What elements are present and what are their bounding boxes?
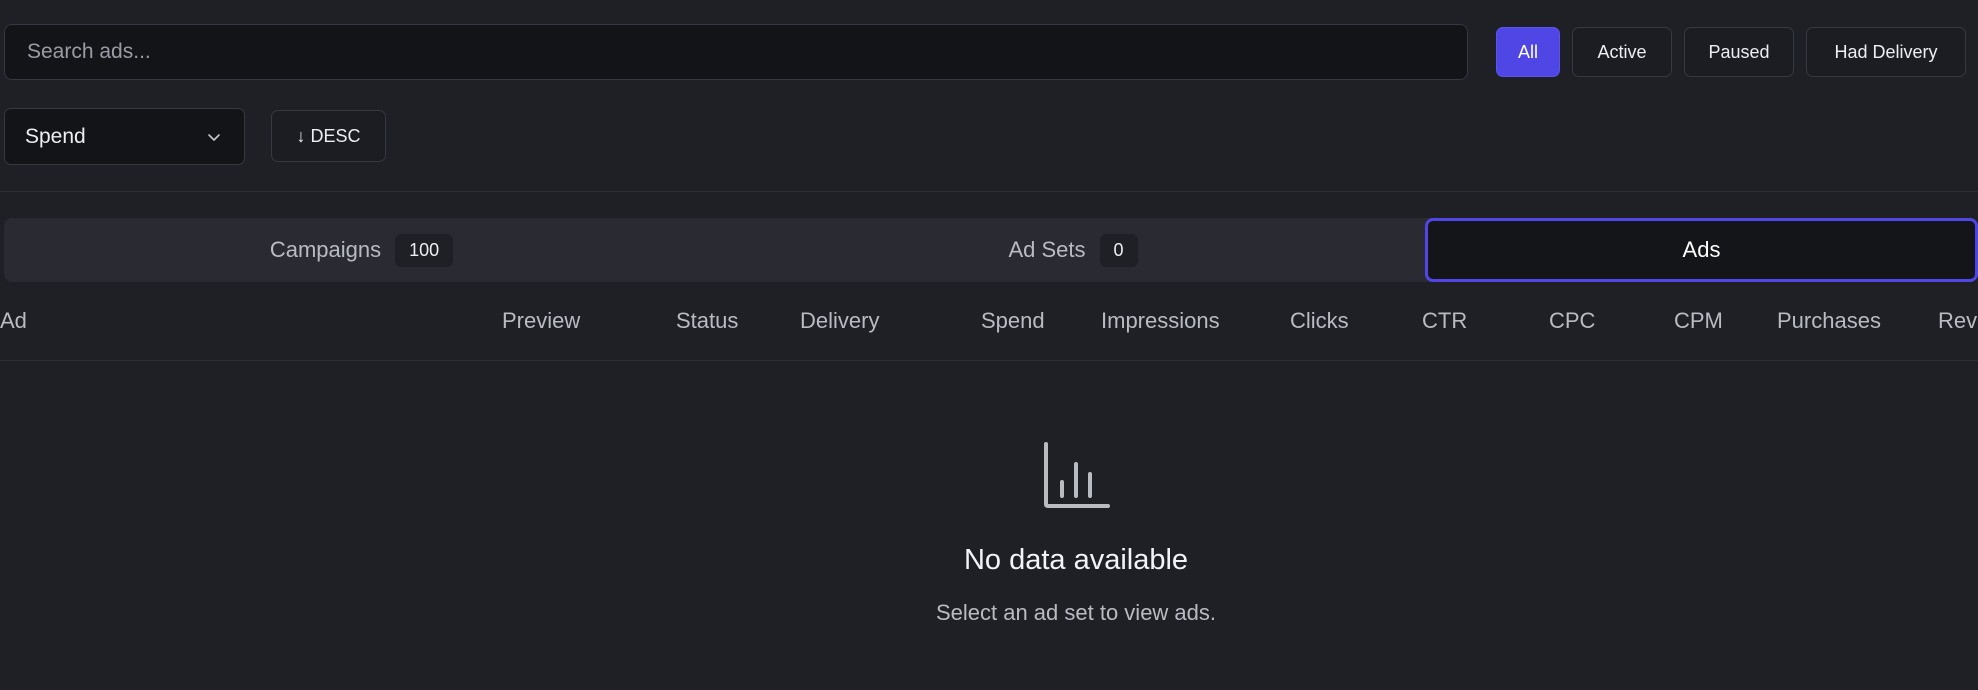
tab-ad-sets[interactable]: Ad Sets 0 [719,218,1427,282]
sort-field-value: Spend [25,124,86,148]
bar-chart-icon [1044,442,1110,508]
tab-ad-sets-label: Ad Sets [1008,237,1086,262]
column-header-cpm[interactable]: CPM [1674,290,1723,352]
ads-panel: All Active Paused Had Delivery Spend ↓ D… [0,0,1978,690]
column-header-ad[interactable]: Ad [0,290,27,352]
search-field[interactable] [4,24,1468,80]
column-header-revenue[interactable]: Rev [1938,290,1977,352]
tab-campaigns-label: Campaigns [269,237,382,262]
column-header-preview[interactable]: Preview [502,290,580,352]
tab-campaigns-count-badge: 100 [395,233,454,267]
empty-state-title: No data available [963,544,1189,576]
column-header-clicks[interactable]: Clicks [1290,290,1349,352]
column-header-status[interactable]: Status [676,290,738,352]
tab-ad-sets-count-badge: 0 [1099,233,1138,267]
sort-field-select[interactable]: Spend [4,108,245,165]
tab-ads-label: Ads [1682,237,1721,262]
search-input[interactable] [25,39,1467,65]
column-header-delivery[interactable]: Delivery [800,290,879,352]
column-header-ctr[interactable]: CTR [1422,290,1467,352]
tab-ads[interactable]: Ads [1425,218,1978,282]
column-header-purchases[interactable]: Purchases [1777,290,1881,352]
tab-bar: Campaigns 100 Ad Sets 0 Ads [4,218,1978,282]
table-header: Ad Preview Status Delivery Spend Impress… [0,290,1978,361]
divider [0,191,1978,192]
empty-state-subtitle: Select an ad set to view ads. [935,600,1217,625]
chevron-down-icon [208,133,220,141]
tab-campaigns[interactable]: Campaigns 100 [4,218,719,282]
filter-had-delivery-button[interactable]: Had Delivery [1806,27,1966,77]
filter-active-button[interactable]: Active [1572,27,1672,77]
column-header-spend[interactable]: Spend [981,290,1045,352]
filter-paused-button[interactable]: Paused [1684,27,1794,77]
filter-all-button[interactable]: All [1496,27,1560,77]
column-header-impressions[interactable]: Impressions [1101,290,1220,352]
column-header-cpc[interactable]: CPC [1549,290,1595,352]
sort-order-button[interactable]: ↓ DESC [271,110,386,162]
